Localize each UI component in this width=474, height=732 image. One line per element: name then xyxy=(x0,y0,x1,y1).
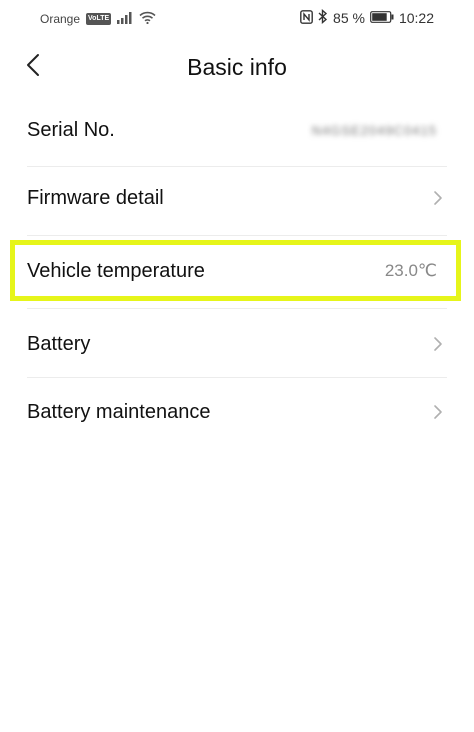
divider xyxy=(27,308,447,309)
divider xyxy=(27,377,447,378)
status-right: 85 % 10:22 xyxy=(300,8,434,27)
page-title: Basic info xyxy=(187,54,287,80)
row-label: Firmware detail xyxy=(27,186,164,209)
header: Basic info xyxy=(0,40,474,96)
signal-icon xyxy=(117,11,133,27)
volte-badge: VoLTE xyxy=(86,13,112,25)
chevron-right-icon xyxy=(432,190,444,206)
chevron-right-icon xyxy=(432,336,444,352)
serial-number-row: Serial No. N4GSE2049C0415 xyxy=(0,100,474,160)
clock-time: 10:22 xyxy=(398,10,434,26)
divider xyxy=(27,235,447,236)
serial-number-value: N4GSE2049C0415 xyxy=(311,122,437,138)
carrier-name: Orange xyxy=(40,12,81,26)
status-left: Orange VoLTE xyxy=(40,11,156,27)
battery-icon xyxy=(370,10,394,26)
row-label: Battery maintenance xyxy=(27,400,211,423)
wifi-icon xyxy=(139,11,156,27)
row-label: Battery xyxy=(27,332,91,355)
chevron-right-icon xyxy=(432,404,444,420)
battery-row[interactable]: Battery xyxy=(0,314,474,374)
divider xyxy=(27,166,447,167)
battery-maintenance-row[interactable]: Battery maintenance xyxy=(0,382,474,442)
firmware-detail-row[interactable]: Firmware detail xyxy=(0,168,474,228)
nfc-icon xyxy=(300,9,313,27)
highlight-box xyxy=(10,240,461,301)
row-label: Serial No. xyxy=(27,118,115,141)
status-bar: Orange VoLTE 85 % 10:22 xyxy=(0,0,474,36)
battery-percent: 85 % xyxy=(333,10,365,26)
bluetooth-icon xyxy=(318,8,328,27)
